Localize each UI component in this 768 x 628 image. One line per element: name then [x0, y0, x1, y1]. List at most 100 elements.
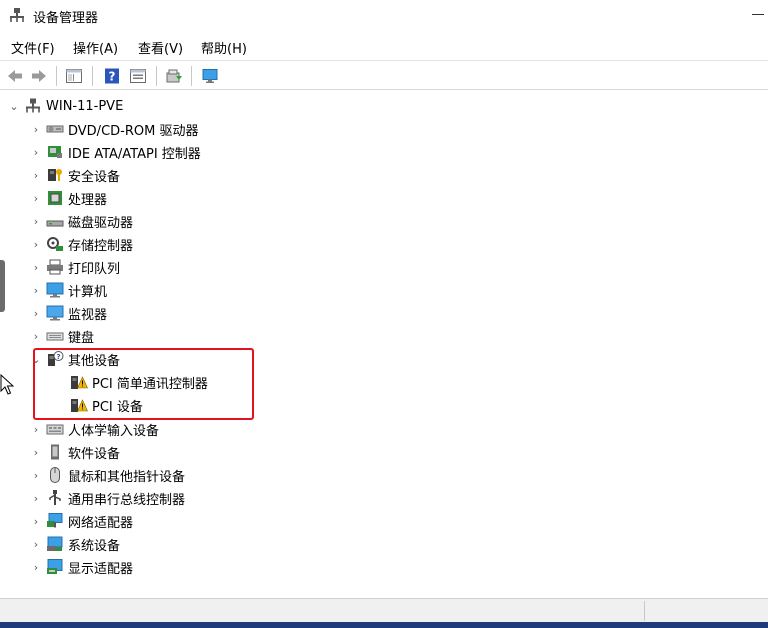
- tree-item-security[interactable]: › 安全设备: [30, 164, 120, 186]
- tree-item-display[interactable]: › 显示适配器: [30, 556, 133, 578]
- device-tree: ⌄ WIN-11-PVE › DVD/CD-ROM 驱动器 › IDE ATA/…: [0, 92, 768, 596]
- dvd-drive-icon: [46, 120, 64, 138]
- chevron-right-icon[interactable]: ›: [30, 307, 42, 320]
- usb-icon: [46, 489, 64, 507]
- chevron-right-icon[interactable]: ›: [30, 284, 42, 297]
- tree-item-label: 计算机: [68, 284, 108, 300]
- tree-item-label: 打印队列: [68, 261, 121, 277]
- tree-item-label: IDE ATA/ATAPI 控制器: [68, 146, 201, 162]
- device-manager-icon: [9, 7, 25, 23]
- chevron-right-icon[interactable]: ›: [30, 446, 42, 459]
- window-title: 设备管理器: [33, 11, 99, 26]
- tree-item-label: 软件设备: [68, 446, 121, 462]
- forward-icon[interactable]: [29, 66, 49, 86]
- taskbar-edge: [0, 622, 768, 628]
- chevron-right-icon[interactable]: ›: [30, 146, 42, 159]
- disk-drive-icon: [46, 212, 64, 230]
- tree-root[interactable]: ⌄ WIN-11-PVE: [8, 95, 123, 117]
- network-adapter-icon: [46, 512, 64, 530]
- chevron-right-icon[interactable]: ›: [30, 169, 42, 182]
- tree-item-label: 鼠标和其他指针设备: [68, 469, 186, 485]
- tree-item-keyboard[interactable]: › 键盘: [30, 325, 94, 347]
- tree-item-label: PCI 设备: [92, 399, 143, 415]
- hid-icon: [46, 420, 64, 438]
- chevron-right-icon[interactable]: ›: [30, 261, 42, 274]
- status-bar: [0, 598, 768, 622]
- ide-controller-icon: [46, 143, 64, 161]
- mouse-icon: [46, 466, 64, 484]
- tree-item-label: 键盘: [68, 330, 95, 346]
- mouse-cursor-icon: [0, 374, 14, 395]
- tree-item-label: 监视器: [68, 307, 108, 323]
- tree-item-label: 显示适配器: [68, 561, 134, 577]
- menu-view[interactable]: 查看(V): [138, 38, 183, 57]
- svg-text:?: ?: [109, 70, 116, 84]
- chevron-right-icon[interactable]: ›: [30, 561, 42, 574]
- keyboard-icon: [46, 327, 64, 345]
- chevron-right-icon[interactable]: ›: [30, 538, 42, 551]
- tree-item-software-device[interactable]: › 软件设备: [30, 441, 120, 463]
- menu-bar: 文件(F) 操作(A) 查看(V) 帮助(H): [0, 34, 768, 58]
- tree-item-label: 安全设备: [68, 169, 121, 185]
- tree-item-usb[interactable]: › 通用串行总线控制器: [30, 487, 185, 509]
- menu-help[interactable]: 帮助(H): [201, 38, 247, 57]
- update-driver-icon[interactable]: [164, 66, 184, 86]
- chevron-right-icon[interactable]: ›: [30, 238, 42, 251]
- tree-item-other-devices[interactable]: ⌄ ? 其他设备: [30, 348, 120, 370]
- tree-item-pci-device[interactable]: PCI 设备: [54, 394, 143, 416]
- chevron-right-icon[interactable]: ›: [30, 423, 42, 436]
- tree-item-label: 处理器: [68, 192, 108, 208]
- tree-item-label: 人体学输入设备: [68, 423, 160, 439]
- tree-item-storage[interactable]: › 存储控制器: [30, 233, 133, 255]
- minimize-button[interactable]: [752, 14, 764, 15]
- side-handle[interactable]: [0, 260, 5, 312]
- tree-item-label: 系统设备: [68, 538, 121, 554]
- chevron-right-icon[interactable]: ›: [30, 515, 42, 528]
- chevron-down-icon[interactable]: ⌄: [30, 353, 42, 366]
- chevron-right-icon[interactable]: ›: [30, 492, 42, 505]
- tree-root-label: WIN-11-PVE: [46, 98, 124, 114]
- tree-item-dvd[interactable]: › DVD/CD-ROM 驱动器: [30, 118, 199, 140]
- properties-icon[interactable]: [128, 66, 148, 86]
- unknown-device-icon: ?: [46, 350, 64, 368]
- tree-item-disk[interactable]: › 磁盘驱动器: [30, 210, 133, 232]
- tree-item-system[interactable]: › 系统设备: [30, 533, 120, 555]
- display-adapter-icon: [46, 558, 64, 576]
- chevron-right-icon[interactable]: ›: [30, 469, 42, 482]
- tree-item-label: 存储控制器: [68, 238, 134, 254]
- warning-device-icon: [70, 373, 88, 391]
- show-hide-console-tree-icon[interactable]: [64, 66, 84, 86]
- monitor-icon: [46, 304, 64, 322]
- chevron-right-icon[interactable]: ›: [30, 330, 42, 343]
- help-icon[interactable]: ?: [102, 66, 122, 86]
- processor-icon: [46, 189, 64, 207]
- tree-item-network[interactable]: › 网络适配器: [30, 510, 133, 532]
- tree-item-label: 磁盘驱动器: [68, 215, 134, 231]
- tree-item-print-queue[interactable]: › 打印队列: [30, 256, 120, 278]
- menu-file[interactable]: 文件(F): [11, 38, 55, 57]
- chevron-right-icon[interactable]: ›: [30, 192, 42, 205]
- storage-controller-icon: [46, 235, 64, 253]
- warning-device-icon: [70, 396, 88, 414]
- back-icon[interactable]: [5, 66, 25, 86]
- tree-item-label: 其他设备: [68, 353, 121, 369]
- title-bar: 设备管理器: [0, 0, 768, 32]
- tree-item-label: 通用串行总线控制器: [68, 492, 186, 508]
- tree-item-pci-simple-comm[interactable]: PCI 简单通讯控制器: [54, 371, 208, 393]
- chevron-right-icon[interactable]: ›: [30, 215, 42, 228]
- tree-item-label: DVD/CD-ROM 驱动器: [68, 123, 199, 139]
- scan-hardware-icon[interactable]: [200, 66, 220, 86]
- chevron-down-icon[interactable]: ⌄: [8, 100, 20, 113]
- tree-item-computer[interactable]: › 计算机: [30, 279, 107, 301]
- tree-item-ide[interactable]: › IDE ATA/ATAPI 控制器: [30, 141, 201, 163]
- tree-item-hid[interactable]: › 人体学输入设备: [30, 418, 159, 440]
- menu-action[interactable]: 操作(A): [73, 38, 118, 57]
- printer-icon: [46, 258, 64, 276]
- tree-item-monitor[interactable]: › 监视器: [30, 302, 107, 324]
- software-device-icon: [46, 443, 64, 461]
- chevron-right-icon[interactable]: ›: [30, 123, 42, 136]
- tree-item-mouse[interactable]: › 鼠标和其他指针设备: [30, 464, 185, 486]
- computer-icon: [46, 281, 64, 299]
- security-key-icon: [46, 166, 64, 184]
- tree-item-processor[interactable]: › 处理器: [30, 187, 107, 209]
